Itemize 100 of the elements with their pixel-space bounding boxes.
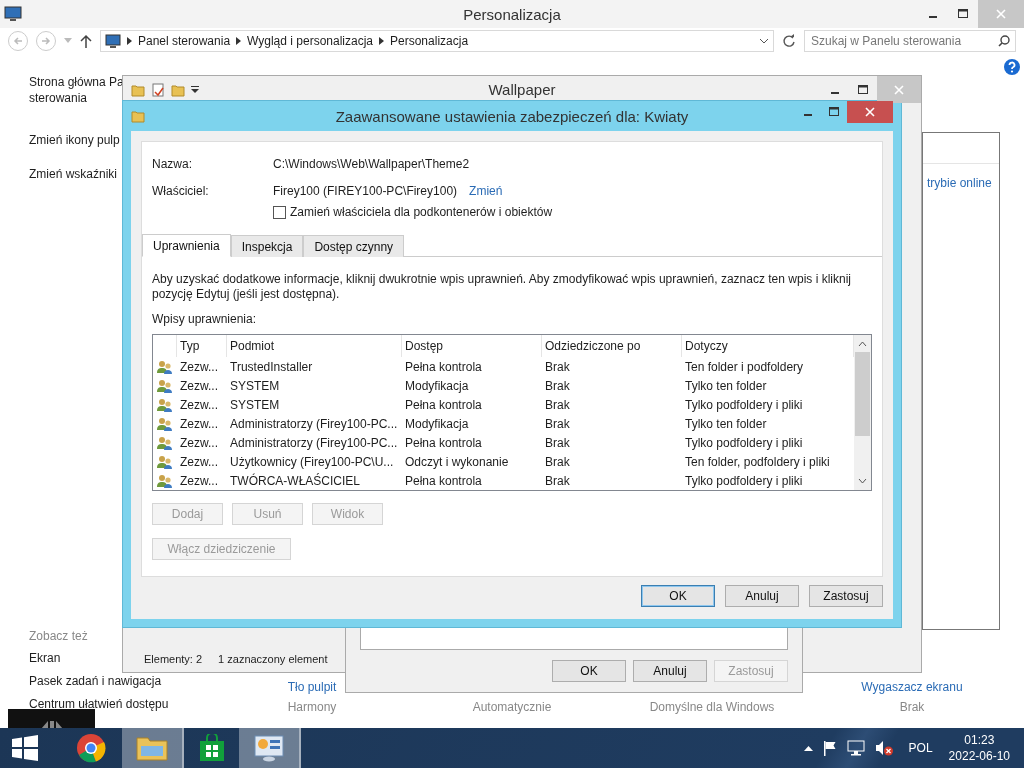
dialog-button[interactable]: OK (552, 660, 626, 682)
sidebar-link[interactable]: Zmień wskaźniki (29, 166, 118, 182)
tab[interactable]: Inspekcja (230, 235, 304, 257)
scroll-thumb[interactable] (855, 352, 870, 436)
address-bar[interactable]: Panel sterowania Wygląd i personalizacja Personalizacja (100, 30, 774, 52)
theme-item-value: Domyślne dla Windows (649, 700, 775, 714)
change-link[interactable]: Zmień (469, 184, 503, 198)
chevron-right-icon (379, 37, 384, 45)
control-panel-icon (253, 734, 285, 762)
table-cell-text: Brak (544, 359, 571, 374)
users-icon (157, 416, 173, 431)
monitor-icon (4, 6, 22, 22)
theme-item-value: Brak (899, 700, 925, 714)
folder-icon (131, 82, 145, 97)
table-cell-text: Pełna kontrola (404, 397, 483, 412)
dialog-button[interactable]: OK (641, 585, 715, 607)
chevron-up-icon[interactable] (803, 745, 813, 751)
window-title: Wallpaper (487, 81, 557, 98)
column-header[interactable]: Odziedziczone po (542, 335, 682, 357)
table-cell-text: Brak (544, 397, 571, 412)
table-cell-text: Brak (544, 454, 571, 469)
flag-icon[interactable] (822, 740, 837, 756)
dialog-button[interactable]: Zastosuj (809, 585, 883, 607)
minimize-icon (929, 16, 937, 18)
close-icon (894, 84, 904, 95)
table-cell-text: Zezw... (179, 378, 219, 393)
sidebar-link[interactable]: Ekran (29, 650, 61, 666)
refresh-icon[interactable] (782, 34, 796, 48)
table-cell-text: Modyfikacja (404, 416, 470, 431)
table-cell-text: Brak (544, 435, 571, 450)
online-link[interactable]: trybie online (923, 176, 999, 190)
clock[interactable]: 01:23 2022-06-10 (948, 732, 1010, 764)
field-label: Właściciel: (152, 184, 210, 198)
sidebar-link[interactable]: Zmień ikony pulp (29, 132, 120, 148)
column-header[interactable]: Dostęp (402, 335, 542, 357)
table-cell-text: Brak (544, 473, 571, 488)
table-cell-text: TrustedInstaller (229, 359, 314, 374)
dropdown-icon[interactable] (191, 85, 199, 94)
language-indicator[interactable]: POL (908, 741, 933, 755)
browser-icon (76, 733, 106, 763)
maximize-icon (958, 9, 968, 19)
new-folder-icon (171, 82, 185, 97)
monitor-icon (105, 34, 121, 48)
theme-item-value: Automatycznie (472, 700, 552, 714)
properties-icon[interactable] (151, 82, 165, 97)
window-title: Personalizacja (462, 5, 562, 23)
users-icon (157, 378, 173, 393)
table-cell-text: Pełna kontrola (404, 435, 483, 450)
sidebar-link[interactable]: Pasek zadań i nawigacja (29, 673, 162, 689)
checkbox[interactable] (273, 205, 286, 219)
back-arrow-icon (13, 36, 23, 46)
breadcrumb-item[interactable]: Wygląd i personalizacja (247, 34, 373, 48)
table-cell-text: Tylko podfoldery i pliki (684, 435, 804, 450)
users-icon (157, 454, 173, 469)
help-icon[interactable] (1004, 59, 1020, 75)
users-icon (157, 435, 173, 450)
tab[interactable]: Uprawnienia (142, 234, 231, 257)
table-cell-text: Zezw... (179, 416, 219, 431)
tab[interactable]: Dostęp czynny (303, 235, 405, 257)
maximize-icon (858, 84, 868, 95)
table-cell-text: Zezw... (179, 473, 219, 488)
column-header[interactable]: Typ (177, 335, 227, 357)
dialog-title: Zaawansowane ustawienia zabezpieczeń dla: Kwiaty (334, 107, 690, 125)
table-cell-text: Administratorzy (Firey100-PC... (229, 416, 399, 431)
status-text: 1 zaznaczony element (218, 653, 328, 665)
sidebar-link[interactable]: Centrum ułatwień dostępu (29, 696, 169, 712)
table-cell-text: Brak (544, 378, 571, 393)
maximize-icon (829, 107, 839, 117)
scrollbar[interactable] (854, 335, 871, 490)
users-icon (157, 359, 173, 374)
users-icon (157, 473, 173, 488)
dialog-button[interactable]: Anuluj (725, 585, 799, 607)
table-cell-text: TWÓRCA-WŁAŚCICIEL (229, 473, 361, 488)
checkbox-label: Zamień właściciela dla podkontenerów i obiektów (290, 205, 553, 219)
table-cell-text: Ten folder i podfoldery (684, 359, 805, 374)
minimize-icon (804, 114, 812, 116)
breadcrumb-item[interactable]: Panel sterowania (138, 34, 231, 48)
column-header[interactable]: Podmiot (227, 335, 402, 357)
up-arrow-icon[interactable] (80, 34, 92, 48)
search-field[interactable]: Szukaj w Panelu sterowania (804, 30, 1016, 52)
section-label: Wpisy uprawnienia: (152, 312, 258, 326)
close-button[interactable] (877, 76, 921, 103)
network-icon[interactable] (846, 740, 865, 756)
search-icon (998, 35, 1010, 47)
table-cell-text: Odczyt i wykonanie (404, 454, 510, 469)
theme-item-link[interactable]: Wygaszacz ekranu (861, 680, 963, 694)
users-icon (157, 397, 173, 412)
table-cell-text: Brak (544, 416, 571, 431)
minimize-icon (831, 91, 839, 94)
table-cell-text: Tylko ten folder (684, 378, 768, 393)
close-icon (865, 107, 875, 117)
dialog-button[interactable]: Anuluj (633, 660, 707, 682)
theme-item-link[interactable]: Tło pulpit (287, 680, 337, 694)
chevron-right-icon (127, 37, 132, 45)
table-cell-text: Zezw... (179, 454, 219, 469)
chevron-down-icon[interactable] (759, 38, 769, 44)
table-cell-text: SYSTEM (229, 397, 281, 412)
table-cell-text: Użytkownicy (Firey100-PC\U... (229, 454, 395, 469)
breadcrumb-item[interactable]: Personalizacja (390, 34, 469, 48)
speaker-muted-icon[interactable] (874, 740, 893, 756)
